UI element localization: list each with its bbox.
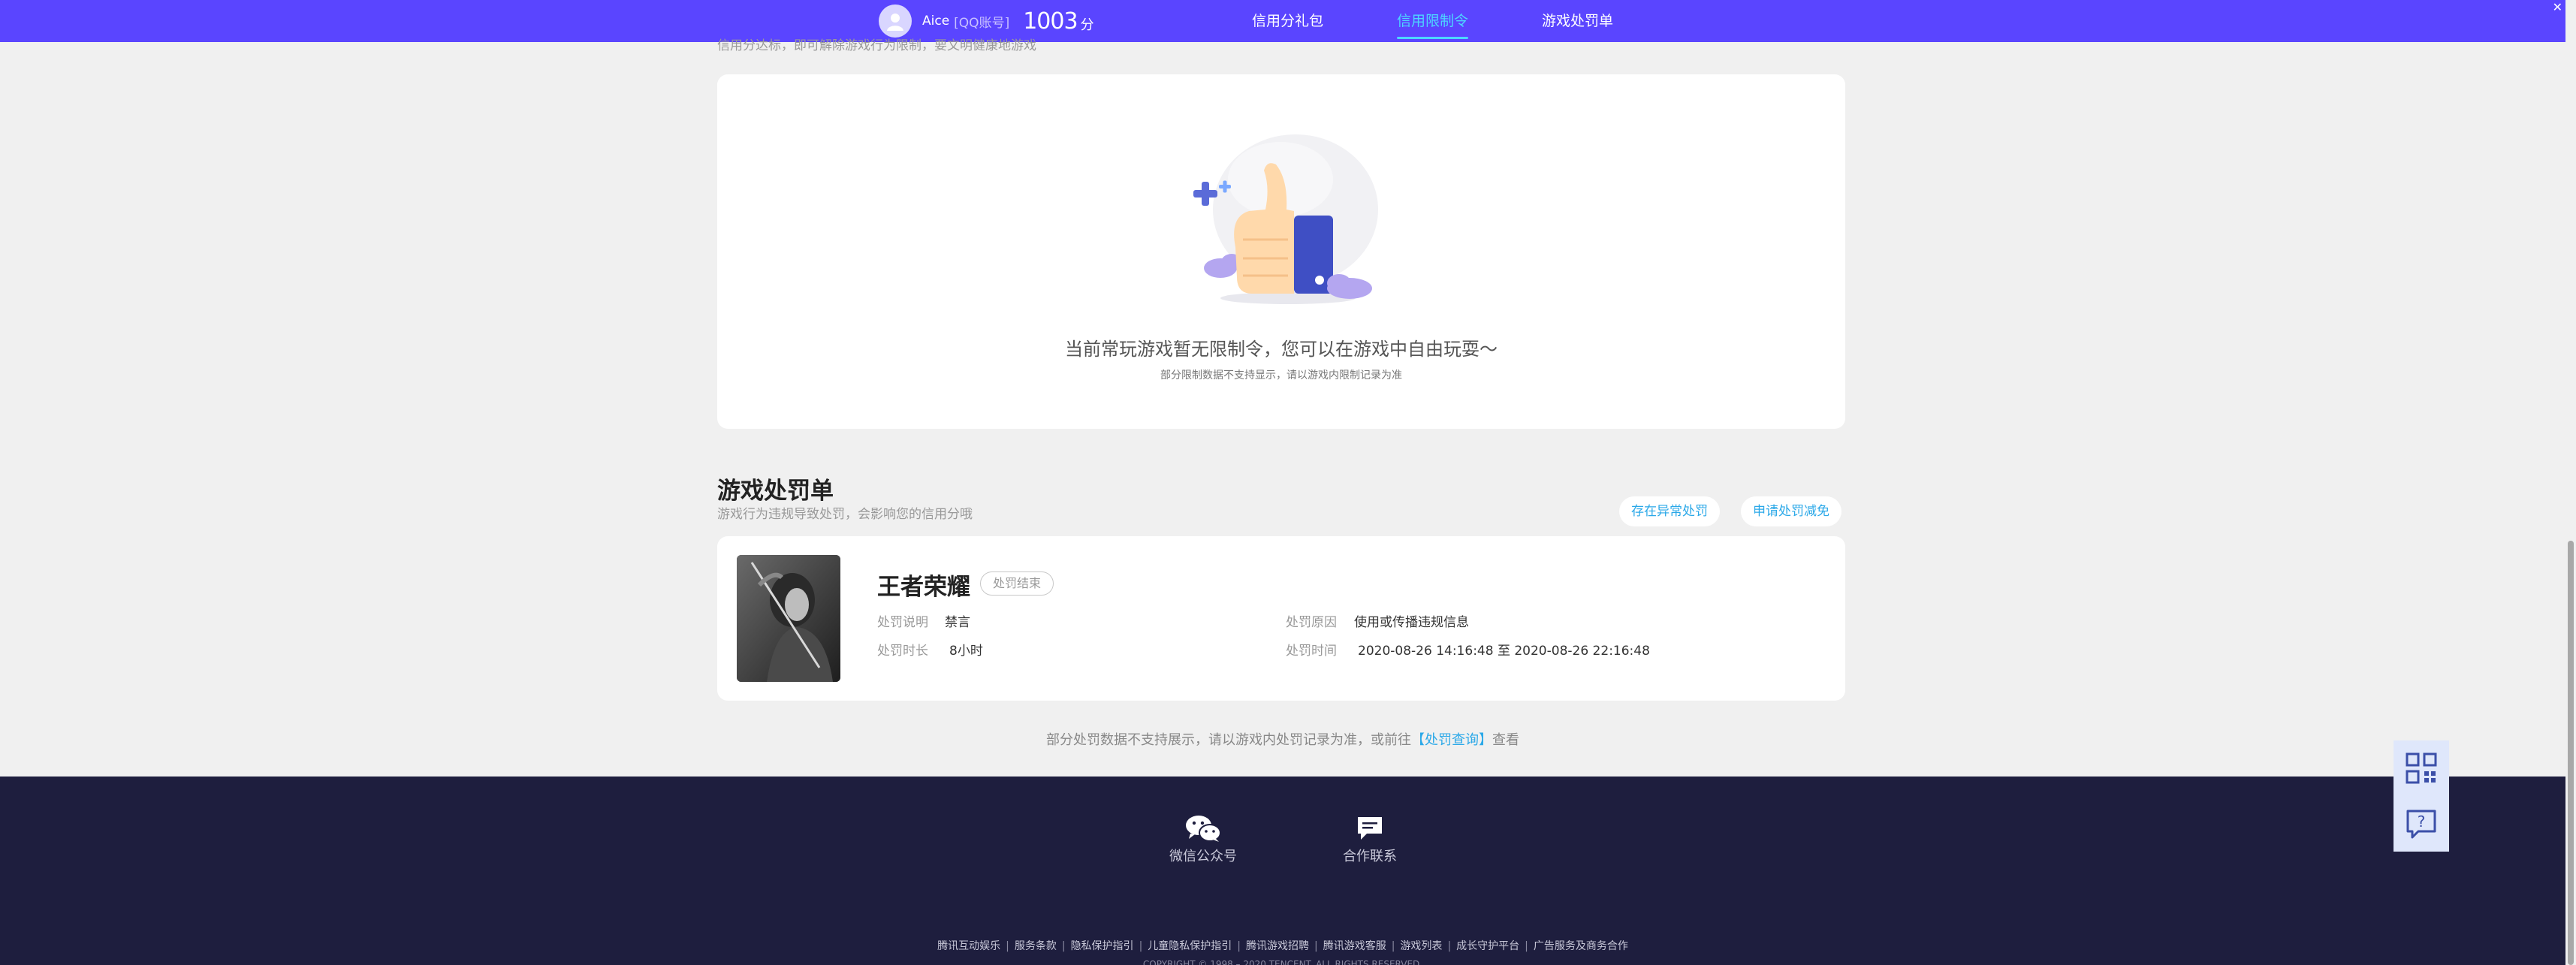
footer-contact-label: 合作联系 [1343,849,1397,864]
chat-icon [1358,817,1382,840]
penalty-desc-value: 禁言 [945,615,970,630]
nav-credit-gift[interactable]: 信用分礼包 [1252,0,1323,42]
footer: 微信公众号 合作联系 腾讯互动娱乐 | 服务条款 | 隐私保护指引 | 儿童隐私保护指引 | 腾… [0,777,2565,965]
qrcode-icon [2406,752,2437,784]
footer-links: 腾讯互动娱乐 | 服务条款 | 隐私保护指引 | 儿童隐私保护指引 | 腾讯游戏招聘 | 腾讯游戏客… [937,940,1628,952]
restriction-subtitle: 信用分达标，即可解除游戏行为限制，要文明健康地游戏 [717,38,1036,53]
apply-reduction-button[interactable]: 申请处罚减免 [1741,496,1842,526]
copyright: COPYRIGHT © 1998 – 2020 TENCENT. ALL RIG… [1142,959,1423,965]
footer-link-ads[interactable]: 广告服务及商务合作 [1534,940,1628,952]
help-icon: ? [2406,810,2436,839]
top-bar: Aice [QQ账号] 1003 分 信用分礼包 信用限制令 游戏处罚单 ✕ [0,0,2565,42]
footer-wechat-label: 微信公众号 [1169,849,1237,864]
credit-score-unit: 分 [1080,17,1094,33]
footer-link-privacy[interactable]: 隐私保护指引 [1071,940,1134,952]
penalty-reason-value: 使用或传播违规信息 [1354,615,1469,630]
penalty-note-suffix: 查看 [1492,732,1519,748]
footer-wechat[interactable]: 微信公众号 [1166,814,1241,865]
qrcode-button[interactable] [2394,740,2449,796]
account-type: [QQ账号] [954,15,1010,31]
nav-game-penalty[interactable]: 游戏处罚单 [1542,0,1613,42]
close-icon[interactable]: ✕ [2553,0,2562,14]
footer-link-terms[interactable]: 服务条款 [1015,940,1057,952]
avatar-icon [887,14,903,31]
thumbs-up-illustration [1193,134,1378,304]
penalty-duration-label: 处罚时长 [877,644,928,659]
penalty-query-link[interactable]: 【处罚查询】 [1411,732,1492,748]
penalty-reason-label: 处罚原因 [1286,615,1337,630]
nav-credit-restriction[interactable]: 信用限制令 [1397,0,1469,42]
footer-link-child-privacy[interactable]: 儿童隐私保护指引 [1148,940,1232,952]
status-badge: 处罚结束 [980,571,1054,596]
game-name: 王者荣耀 [877,574,970,601]
help-button[interactable]: ? [2394,796,2449,852]
penalty-note: 部分处罚数据不支持展示，请以游戏内处罚记录为准，或前往【处罚查询】查看 [0,729,2565,749]
footer-link-growth[interactable]: 成长守护平台 [1456,940,1519,952]
scrollbar-thumb[interactable] [2568,541,2574,965]
footer-link-tencent-ent[interactable]: 腾讯互动娱乐 [937,940,1000,952]
penalty-time-label: 处罚时间 [1286,644,1337,659]
game-image [737,555,840,682]
footer-link-game-list[interactable]: 游戏列表 [1400,940,1442,952]
svg-text:?: ? [2418,813,2426,831]
avatar[interactable] [879,5,912,38]
penalty-note-prefix: 部分处罚数据不支持展示，请以游戏内处罚记录为准，或前往 [1046,732,1411,748]
wechat-icon [1186,816,1221,842]
penalty-card: 王者荣耀 处罚结束 处罚说明 禁言 处罚时长 8小时 处罚原因 使用或传播违规信… [717,536,1845,701]
user-name: Aice [922,14,950,29]
penalty-duration-value: 8小时 [949,644,983,659]
abnormal-penalty-button[interactable]: 存在异常处罚 [1619,496,1720,526]
scrollbar-track[interactable] [2565,0,2576,965]
user-info: Aice [QQ账号] 1003 分 [879,3,1094,39]
credit-score: 1003 [1023,8,1078,35]
footer-link-service[interactable]: 腾讯游戏客服 [1323,940,1386,952]
penalty-desc-label: 处罚说明 [877,615,928,630]
empty-subtitle: 部分限制数据不支持显示，请以游戏内限制记录为准 [1160,369,1402,381]
restriction-empty-card: 当前常玩游戏暂无限制令，您可以在游戏中自由玩耍～ 部分限制数据不支持显示，请以游… [717,74,1845,429]
penalty-time-value: 2020-08-26 14:16:48 至 2020-08-26 22:16:4… [1358,644,1650,659]
penalty-section-title: 游戏处罚单 [717,478,834,505]
empty-title: 当前常玩游戏暂无限制令，您可以在游戏中自由玩耍～ [1065,339,1498,360]
footer-link-jobs[interactable]: 腾讯游戏招聘 [1246,940,1309,952]
footer-contact[interactable]: 合作联系 [1340,814,1400,865]
penalty-section-subtitle: 游戏行为违规导致处罚，会影响您的信用分哦 [717,507,973,522]
